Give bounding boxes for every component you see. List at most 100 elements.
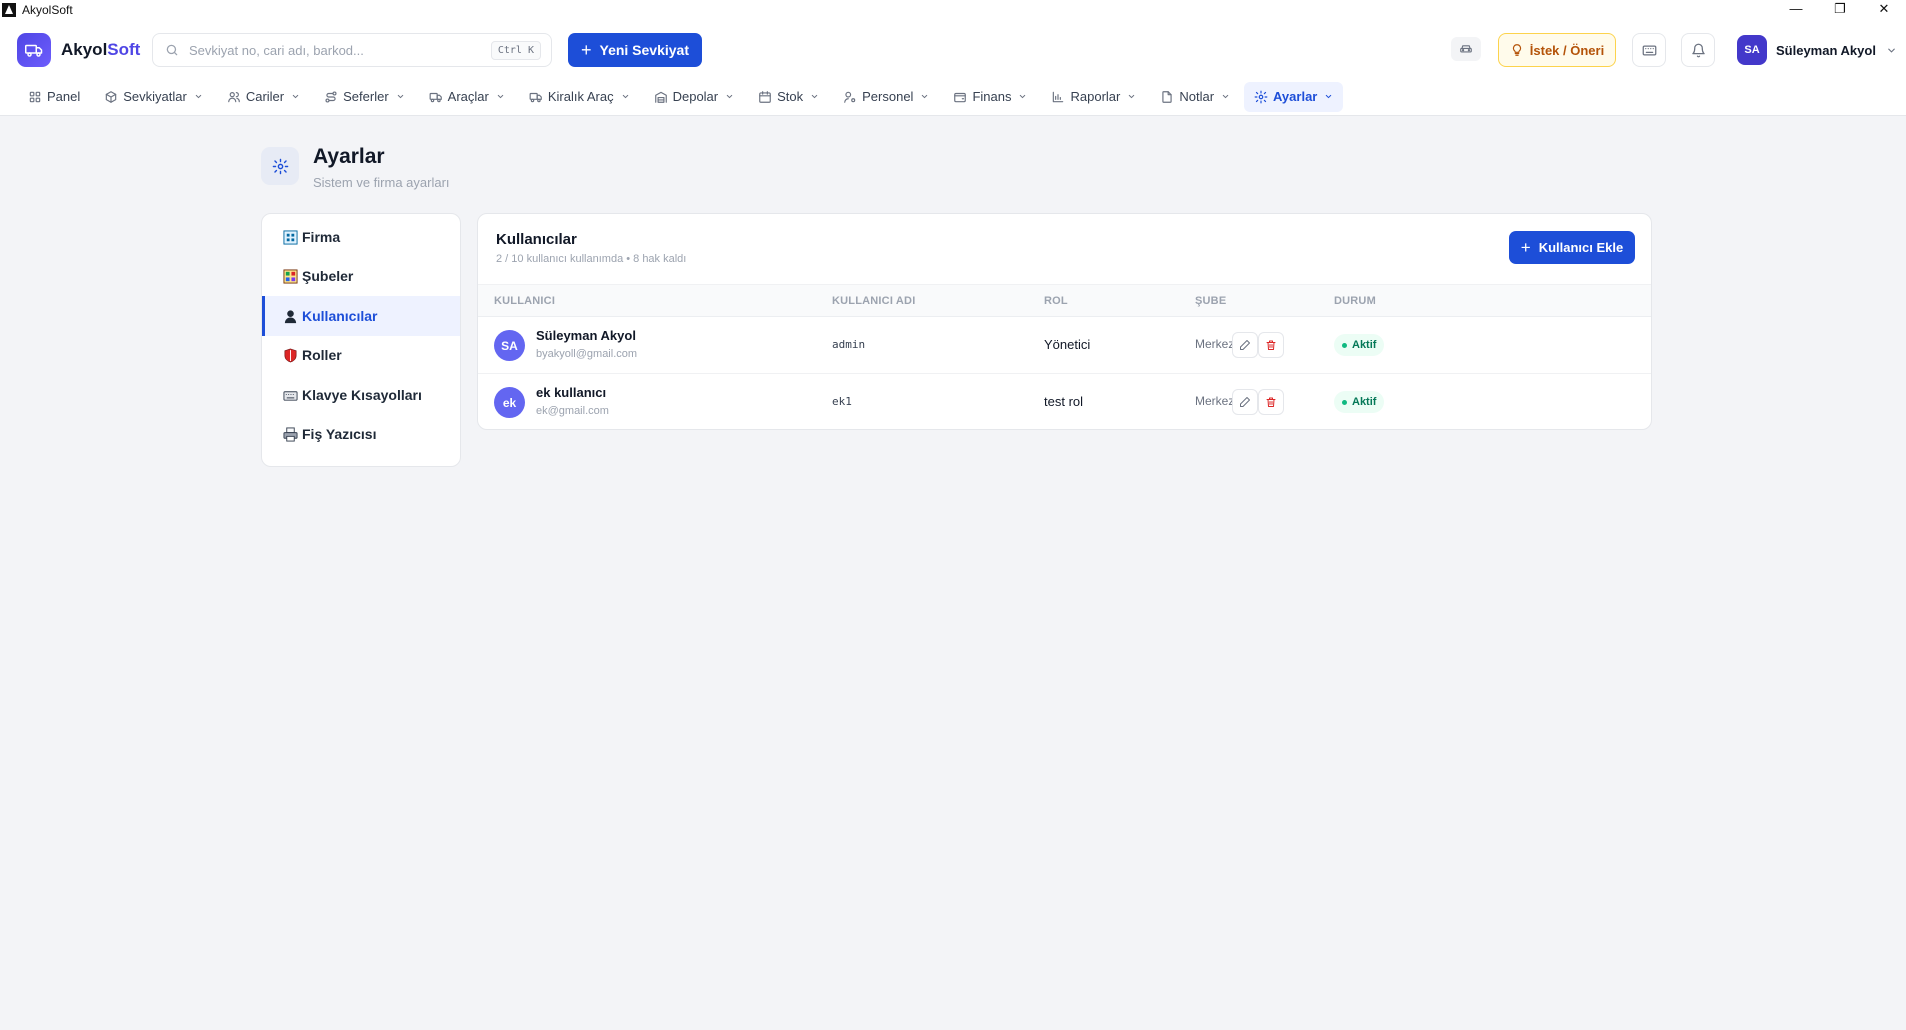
- nav-item-label: Stok: [777, 89, 804, 104]
- car-icon: [1460, 45, 1472, 53]
- users-panel-title: Kullanıcılar: [496, 231, 577, 248]
- settings-menu-item-3[interactable]: Roller: [262, 335, 460, 375]
- nav-item-8[interactable]: Personel: [833, 82, 939, 112]
- status-dot-icon: [1342, 399, 1347, 405]
- delete-user-button[interactable]: [1258, 389, 1284, 415]
- chevron-down-icon: [621, 89, 630, 104]
- window-title: AkyolSoft: [22, 3, 73, 17]
- search-icon: [166, 44, 178, 56]
- settings-menu-item-5[interactable]: Fiş Yazıcısı: [262, 414, 460, 454]
- user-icon: [282, 308, 298, 324]
- chevron-down-icon: [1324, 89, 1333, 104]
- plus-icon: +: [580, 40, 592, 60]
- plus-icon: +: [1520, 238, 1531, 257]
- calendar-icon: [758, 90, 772, 104]
- settings-menu-label: Roller: [302, 347, 342, 363]
- restore-icon[interactable]: ❐: [1818, 0, 1862, 20]
- new-shipment-label: Yeni Sevkiyat: [599, 42, 690, 58]
- edit-user-button[interactable]: [1232, 332, 1258, 358]
- branches-icon: [282, 268, 298, 284]
- settings-menu-label: Kullanıcılar: [302, 308, 378, 324]
- truck-icon: [529, 90, 543, 104]
- users-panel: Kullanıcılar 2 / 10 kullanıcı kullanımda…: [477, 213, 1652, 430]
- delete-user-button[interactable]: [1258, 332, 1284, 358]
- user-name: Süleyman Akyol: [1776, 42, 1876, 58]
- settings-menu-label: Klavye Kısayolları: [302, 387, 422, 403]
- nav-item-label: Araçlar: [447, 89, 489, 104]
- page-subtitle: Sistem ve firma ayarları: [313, 175, 450, 190]
- nav-item-label: Cariler: [245, 89, 285, 104]
- nav-item-12[interactable]: Ayarlar: [1244, 81, 1344, 112]
- nav-item-3[interactable]: Seferler: [314, 82, 415, 112]
- chevron-down-icon: [396, 89, 405, 104]
- minimize-icon[interactable]: —: [1774, 0, 1818, 20]
- settings-menu-item-2[interactable]: Kullanıcılar: [262, 296, 460, 336]
- chevron-down-icon: [194, 89, 203, 104]
- user-menu[interactable]: SA Süleyman Akyol: [1737, 33, 1897, 67]
- user-cog-icon: [843, 90, 857, 104]
- window-titlebar: AkyolSoft — ❐ ✕: [0, 0, 1906, 20]
- chevron-down-icon: [1127, 89, 1136, 104]
- nav-item-0[interactable]: Panel: [18, 82, 90, 112]
- nav-item-9[interactable]: Finans: [943, 82, 1037, 112]
- nav-item-7[interactable]: Stok: [748, 82, 829, 112]
- settings-menu-item-1[interactable]: Şubeler: [262, 256, 460, 296]
- chevron-down-icon: [1018, 89, 1027, 104]
- nav-item-2[interactable]: Cariler: [217, 82, 310, 112]
- logo-truck-icon[interactable]: [17, 33, 51, 67]
- add-user-label: Kullanıcı Ekle: [1538, 240, 1624, 255]
- nav-item-label: Raporlar: [1070, 89, 1121, 104]
- main-nav: Panel Sevkiyatlar Cariler Seferler Araçlar Ki…: [0, 78, 1906, 116]
- trash-icon: [1266, 397, 1276, 407]
- nav-item-1[interactable]: Sevkiyatlar: [94, 82, 213, 112]
- grid-icon: [28, 90, 42, 104]
- warehouse-icon: [654, 90, 668, 104]
- keyboard-button[interactable]: [1632, 33, 1666, 67]
- nav-item-label: Personel: [862, 89, 914, 104]
- notifications-button[interactable]: [1681, 33, 1715, 67]
- logo-text[interactable]: AkyolSoft: [61, 40, 140, 60]
- suggestion-button[interactable]: İstek / Öneri: [1498, 33, 1616, 67]
- table-header: KULLANICI KULLANICI ADI ROL ŞUBE DURUM: [478, 284, 1651, 317]
- column-header-status: DURUM: [1334, 295, 1376, 307]
- edit-user-button[interactable]: [1232, 389, 1258, 415]
- settings-menu: Firma Şubeler Kullanıcılar Roller Klavye Kıs…: [261, 213, 461, 467]
- column-header-username: KULLANICI ADI: [832, 295, 916, 307]
- building-icon: [282, 229, 298, 245]
- logo-main-text: Akyol: [61, 40, 108, 59]
- search-input[interactable]: Sevkiyat no, cari adı, barkod... Ctrl K: [152, 33, 552, 67]
- nav-item-5[interactable]: Kiralık Araç: [519, 82, 640, 112]
- settings-menu-item-0[interactable]: Firma: [262, 217, 460, 257]
- window-controls: — ❐ ✕: [1774, 0, 1906, 20]
- close-icon[interactable]: ✕: [1862, 0, 1906, 20]
- nav-item-label: Kiralık Araç: [547, 89, 614, 104]
- user-name: Süleyman Akyol: [536, 328, 636, 343]
- chevron-down-icon: [810, 89, 819, 104]
- nav-item-4[interactable]: Araçlar: [419, 82, 515, 112]
- shield-icon: [282, 347, 298, 363]
- settings-menu-item-4[interactable]: Klavye Kısayolları: [262, 375, 460, 415]
- chevron-down-icon: [1888, 48, 1895, 53]
- user-name: ek kullanıcı: [536, 385, 607, 400]
- bell-icon: [1691, 43, 1705, 57]
- status-label: Aktif: [1352, 339, 1377, 351]
- nav-item-11[interactable]: Notlar: [1150, 82, 1240, 112]
- nav-item-10[interactable]: Raporlar: [1041, 82, 1146, 112]
- add-user-button[interactable]: + Kullanıcı Ekle: [1509, 231, 1635, 264]
- route-icon: [324, 90, 338, 104]
- printer-icon: [282, 426, 298, 442]
- user-branch: Merkez: [1195, 337, 1235, 351]
- nav-item-label: Finans: [972, 89, 1012, 104]
- vehicle-icon-button[interactable]: [1451, 37, 1481, 61]
- settings-page-icon: [261, 147, 299, 185]
- username: admin: [832, 338, 866, 351]
- nav-item-6[interactable]: Depolar: [644, 82, 745, 112]
- avatar: ek: [494, 387, 525, 418]
- search-shortcut: Ctrl K: [490, 41, 541, 60]
- chevron-down-icon: [496, 89, 505, 104]
- new-shipment-button[interactable]: + Yeni Sevkiyat: [568, 33, 702, 67]
- nav-item-label: Ayarlar: [1273, 89, 1318, 104]
- settings-menu-label: Firma: [302, 229, 341, 245]
- page-title: Ayarlar: [313, 145, 385, 168]
- chevron-down-icon: [1221, 89, 1230, 104]
